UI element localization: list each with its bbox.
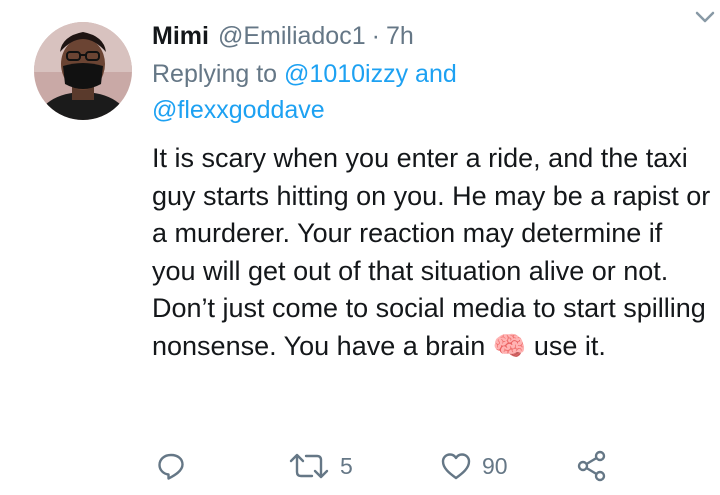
like-button[interactable]: 90: [440, 448, 508, 484]
tweet-header: Mimi @Emiliadoc1 · 7h: [152, 18, 700, 54]
heart-icon: [441, 453, 471, 480]
reply-conjunction: and: [408, 60, 457, 88]
display-name[interactable]: Mimi: [152, 18, 209, 54]
tweet-actions: 5 90: [152, 448, 672, 488]
tweet-time[interactable]: 7h: [386, 18, 414, 54]
retweet-count: 5: [340, 452, 353, 479]
tweet-text: It is scary when you enter a ride, and t…: [152, 143, 711, 361]
share-button[interactable]: [576, 448, 608, 484]
tweet-content: Mimi @Emiliadoc1 · 7h Replying to @1010i…: [152, 18, 710, 365]
reply-icon: [158, 453, 184, 480]
avatar-image: [34, 22, 132, 120]
retweet-icon: [289, 453, 329, 479]
mention-link-1[interactable]: @1010izzy: [284, 60, 408, 88]
user-handle[interactable]: @Emiliadoc1: [218, 18, 366, 54]
tweet: Mimi @Emiliadoc1 · 7h Replying to @1010i…: [0, 0, 720, 495]
separator-dot: ·: [371, 22, 380, 50]
mention-link-2[interactable]: @flexxgoddave: [152, 96, 325, 124]
like-count: 90: [482, 452, 508, 479]
reply-button[interactable]: [156, 448, 186, 484]
share-icon: [577, 450, 606, 482]
reply-prefix: Replying to: [152, 60, 285, 88]
avatar[interactable]: [34, 22, 132, 120]
retweet-button[interactable]: 5: [288, 448, 353, 484]
replying-to: Replying to @1010izzy and @flexxgoddave: [152, 56, 700, 128]
chevron-down-icon[interactable]: [694, 10, 716, 29]
